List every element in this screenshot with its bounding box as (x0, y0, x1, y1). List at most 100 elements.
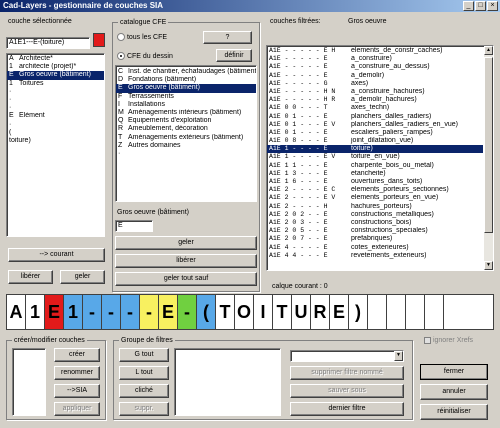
code-cell[interactable]: 1 (26, 295, 45, 329)
list-item[interactable]: 1 Toitures (7, 80, 104, 88)
cfe-list[interactable]: C Inst. de chantier, échafaudages (bâtime… (115, 65, 257, 202)
save-as-button[interactable]: sauver sous (290, 384, 404, 398)
code-cell[interactable] (406, 295, 425, 329)
snapshot-button[interactable]: cliché (119, 384, 169, 398)
chevron-down-icon[interactable]: ▼ (394, 351, 403, 361)
list-item[interactable]: A1E - - - - - E a_construire) (267, 55, 483, 63)
code-cell[interactable]: A (7, 295, 26, 329)
code-cell[interactable]: - (102, 295, 121, 329)
list-item[interactable]: A1E 0 8 - - - E joint_dilatation_vue) (267, 137, 483, 145)
code-cell[interactable]: - (140, 295, 159, 329)
close-button[interactable]: × (487, 1, 498, 11)
list-item[interactable]: Q Equipements d'exploitation (116, 117, 256, 125)
list-item[interactable]: A1E 4 4 - - - E revetements_exterieurs) (267, 252, 483, 260)
delete-named-filter-button[interactable]: supprimer filtre nommé (290, 366, 404, 380)
list-item[interactable]: A1E 0 0 - - - T axes_techn) (267, 104, 483, 112)
list-item[interactable]: A1E 1 6 - - - E ouvertures_dans_toits) (267, 178, 483, 186)
list-item[interactable]: A1E 2 0 3 - - E constructions_bois) (267, 219, 483, 227)
freeze-all-except-button[interactable]: geler tout sauf (115, 272, 257, 286)
cfe-freeze-button[interactable]: geler (115, 236, 257, 250)
code-cell[interactable] (368, 295, 387, 329)
help-button[interactable]: ? (203, 31, 252, 44)
ignore-xrefs-checkbox[interactable]: ignorer Xrefs (424, 336, 473, 345)
list-item[interactable]: A1E 2 0 5 - - E constructions_speciales) (267, 227, 483, 235)
list-item[interactable]: A1E 1 1 - - - E charpente_bois_ou_metal) (267, 162, 483, 170)
radio-drawing-cfe-dot[interactable] (117, 52, 125, 61)
list-item[interactable]: T Aménagements extérieurs (bâtiment) (116, 134, 256, 142)
list-item[interactable]: A1E 2 0 7 - - E prefabriques) (267, 235, 483, 243)
scroll-thumb[interactable] (484, 57, 493, 233)
code-cell[interactable] (425, 295, 444, 329)
list-item[interactable]: A1E - - - - - E a_construire_au_dessus) (267, 63, 483, 71)
list-item[interactable]: A1E - - - - - E a_demolir) (267, 72, 483, 80)
code-cell[interactable]: E (330, 295, 349, 329)
list-item[interactable]: A1E - - - - - G axes) (267, 80, 483, 88)
radio-drawing-cfe[interactable]: CFE du dessin (117, 52, 173, 61)
to-sia-button[interactable]: -->SIA (54, 384, 100, 398)
rename-button[interactable]: renommer (54, 366, 100, 380)
ignore-xrefs-box[interactable] (424, 336, 431, 344)
code-cell[interactable]: E (159, 295, 178, 329)
list-item[interactable]: · (7, 104, 104, 112)
list-item[interactable]: A1E 2 - - - - H hachures_porteurs) (267, 203, 483, 211)
code-cell[interactable]: T (273, 295, 292, 329)
scroll-up-icon[interactable]: ▲ (484, 46, 493, 55)
list-item[interactable]: Z Autres domaines (116, 142, 256, 150)
cancel-button[interactable]: annuler (420, 384, 488, 400)
list-item[interactable]: · (7, 88, 104, 96)
code-cell[interactable]: 1 (64, 295, 83, 329)
list-item[interactable]: 1 architecte (projet)* (7, 63, 104, 71)
define-button[interactable]: définir (216, 49, 252, 62)
code-cell[interactable]: U (292, 295, 311, 329)
layer-color-swatch[interactable] (93, 33, 105, 47)
list-item[interactable]: A1E 0 1 - - - E planchers_dalles_radiers) (267, 113, 483, 121)
list-item[interactable]: A1E - - - - - H N a_construire_hachures) (267, 88, 483, 96)
scroll-down-icon[interactable]: ▼ (484, 261, 493, 270)
code-cell[interactable]: I (254, 295, 273, 329)
minimize-button[interactable]: _ (463, 1, 474, 11)
list-item[interactable]: E Gros oeuvre (bâtiment) (116, 84, 256, 93)
list-item[interactable]: A1E 0 1 - - - E V planchers_dalles_radier… (267, 121, 483, 129)
code-cell[interactable] (444, 295, 463, 329)
list-item[interactable]: A Architecte* (7, 55, 104, 63)
list-item[interactable]: A1E 1 - - - - E V toiture_en_vue) (267, 153, 483, 161)
delete-snapshot-button[interactable]: suppr. (119, 402, 169, 416)
last-filter-button[interactable]: dernier filtre (290, 402, 404, 416)
list-item[interactable]: ( (7, 129, 104, 137)
code-cell[interactable]: - (83, 295, 102, 329)
thaw-all-button[interactable]: L tout (119, 366, 169, 380)
list-item[interactable]: A1E 2 0 2 - - E constructions_metalliques… (267, 211, 483, 219)
list-item[interactable]: A1E 0 1 - - - E escaliers_paliers_rampes) (267, 129, 483, 137)
list-item[interactable]: E Gros oeuvre (bâtiment) (7, 71, 104, 80)
apply-button[interactable]: appliquer (54, 402, 100, 416)
selected-layer-field[interactable]: A1E1---E-(toiture) (6, 37, 90, 49)
thaw-button[interactable]: libérer (8, 270, 53, 284)
list-item[interactable]: · (7, 96, 104, 104)
code-cell[interactable]: - (121, 295, 140, 329)
code-cell[interactable]: - (178, 295, 197, 329)
list-item[interactable]: · (116, 150, 256, 158)
list-item[interactable]: C Inst. de chantier, échafaudages (bâtime… (116, 68, 256, 76)
list-item[interactable]: · (7, 121, 104, 129)
filtered-layers-scrollbar[interactable]: ▲ ▼ (484, 46, 493, 270)
filter-dropdown[interactable]: ▼ (290, 350, 404, 362)
list-item[interactable]: D Fondations (bâtiment) (116, 76, 256, 84)
layer-tree-list[interactable]: A Architecte* 1 architecte (projet)* E Gros o… (6, 53, 105, 237)
maximize-button[interactable]: □ (475, 1, 486, 11)
radio-all-cfe[interactable]: tous les CFE (117, 33, 167, 42)
list-item[interactable]: E Elément (7, 112, 104, 120)
list-item[interactable]: toiture) (7, 137, 104, 145)
code-cell[interactable] (387, 295, 406, 329)
code-cell[interactable]: O (235, 295, 254, 329)
close-dialog-button[interactable]: fermer (420, 364, 488, 380)
list-item[interactable]: A1E 1 - - - - E toiture) (267, 145, 483, 154)
filter-list[interactable] (174, 348, 281, 416)
list-item[interactable]: I Installations (116, 101, 256, 109)
reset-button[interactable]: réinitialiser (420, 404, 488, 420)
cfe-code-field[interactable]: E (115, 220, 153, 232)
create-button[interactable]: créer (54, 348, 100, 362)
filtered-layers-list[interactable]: A1E - - - - - E H elements_de_constr_cach… (267, 46, 483, 270)
list-item[interactable]: A1E 2 - - - - E V elements_porteurs_en_vu… (267, 194, 483, 202)
list-item[interactable]: M Aménagements intérieurs (bâtiment) (116, 109, 256, 117)
list-item[interactable]: A1E - - - - - E H elements_de_constr_cach… (267, 47, 483, 55)
